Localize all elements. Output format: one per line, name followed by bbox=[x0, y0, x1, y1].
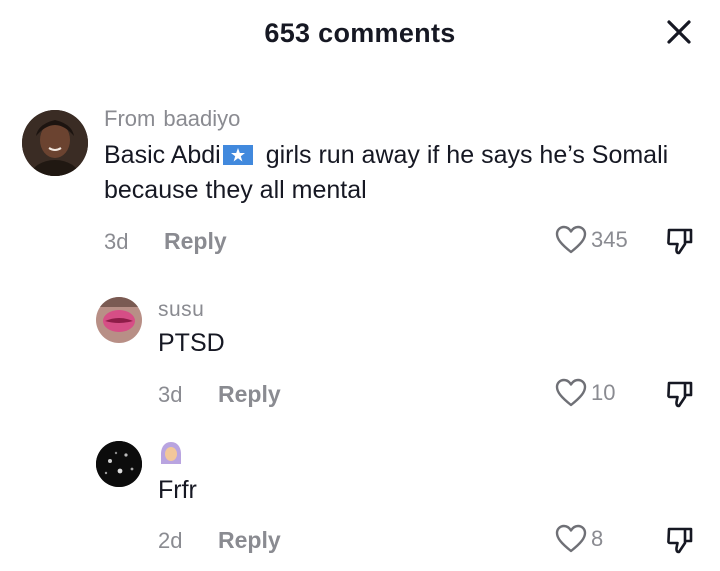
username[interactable]: susu bbox=[158, 298, 204, 322]
comment-time: 3d bbox=[104, 229, 129, 254]
heart-icon bbox=[555, 524, 587, 553]
comment-time: 2d bbox=[158, 528, 183, 553]
username[interactable]: baadiyo bbox=[163, 106, 240, 131]
like-button[interactable]: 8 bbox=[555, 524, 603, 554]
thumbs-down-icon[interactable] bbox=[665, 525, 695, 560]
comment-text: Frfr bbox=[158, 476, 197, 504]
like-button[interactable]: 10 bbox=[555, 378, 615, 408]
heart-icon bbox=[555, 378, 587, 407]
comment-header: From baadiyo bbox=[104, 106, 240, 132]
heart-icon bbox=[555, 225, 587, 254]
reply-button[interactable]: Reply bbox=[218, 527, 281, 554]
comment-text: PTSD bbox=[158, 329, 225, 357]
thumbs-down-icon[interactable] bbox=[665, 226, 695, 261]
avatar[interactable] bbox=[96, 441, 142, 487]
from-label: From bbox=[104, 106, 156, 131]
somalia-flag-icon bbox=[222, 145, 253, 165]
thumbs-down-icon[interactable] bbox=[665, 379, 695, 414]
like-count: 10 bbox=[591, 380, 616, 405]
avatar[interactable] bbox=[96, 297, 142, 343]
reply-button[interactable]: Reply bbox=[164, 228, 227, 255]
comment-time: 3d bbox=[158, 382, 183, 407]
close-icon[interactable] bbox=[664, 17, 694, 47]
avatar[interactable] bbox=[22, 110, 88, 176]
hijab-woman-emoji-icon[interactable] bbox=[158, 440, 184, 466]
like-count: 8 bbox=[591, 526, 604, 551]
reply-button[interactable]: Reply bbox=[218, 381, 281, 408]
comments-count-title: 653 comments bbox=[264, 18, 456, 48]
like-count: 345 bbox=[591, 227, 628, 252]
comment-text: Basic Abdi girls run away if he says he’… bbox=[104, 141, 669, 204]
like-button[interactable]: 345 bbox=[555, 225, 628, 255]
comments-header: 653 comments bbox=[0, 0, 720, 70]
